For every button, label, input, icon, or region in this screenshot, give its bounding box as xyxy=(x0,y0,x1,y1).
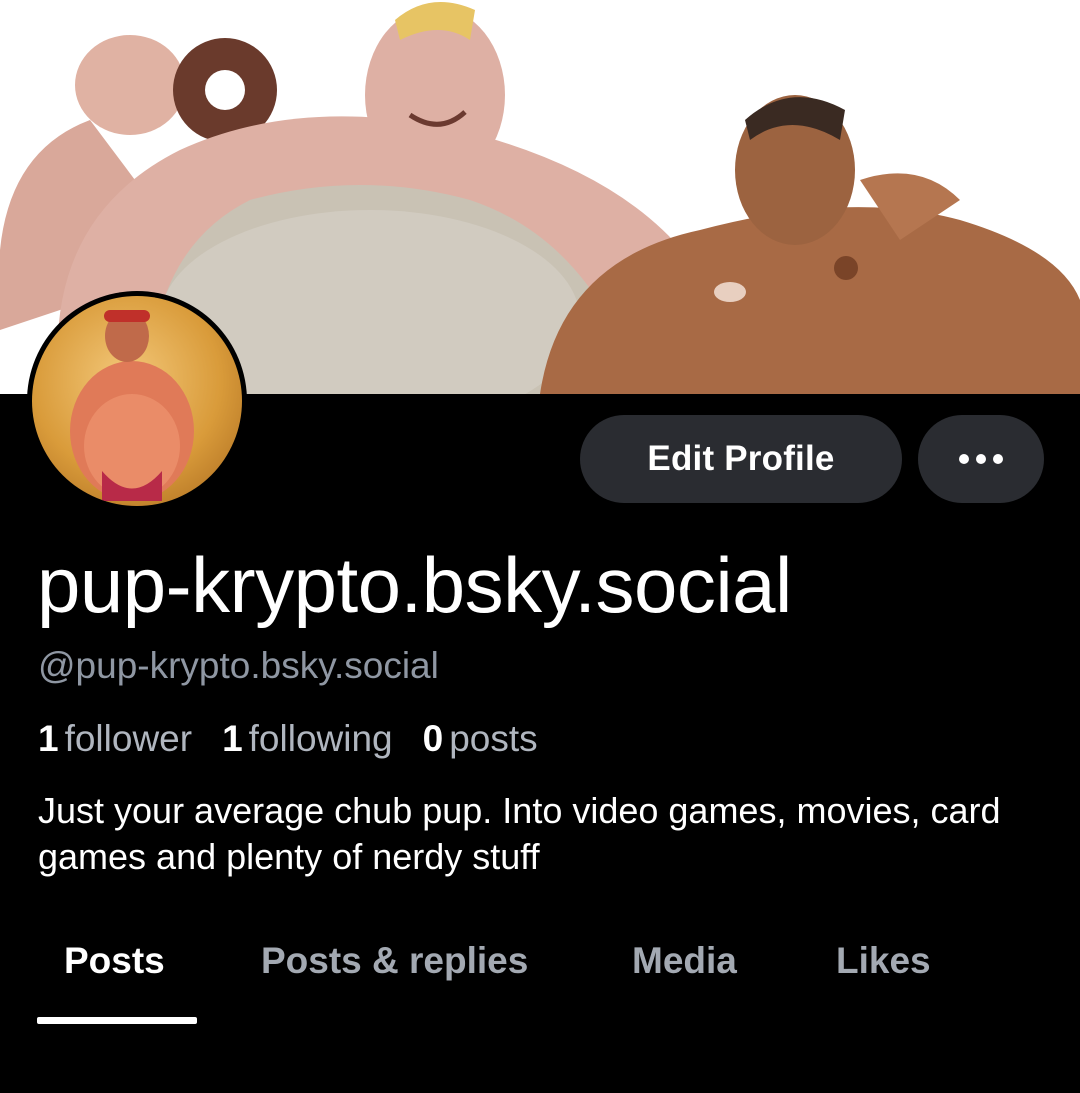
profile-stats: 1 follower 1 following 0 posts xyxy=(38,718,538,760)
following-stat[interactable]: 1 following xyxy=(222,718,393,760)
tab-media[interactable]: Media xyxy=(632,940,737,982)
tab-posts-and-replies[interactable]: Posts & replies xyxy=(261,940,528,982)
tab-posts[interactable]: Posts xyxy=(64,940,165,982)
ellipsis-icon xyxy=(959,454,969,464)
ellipsis-icon-dot xyxy=(976,454,986,464)
following-label: following xyxy=(248,718,393,759)
followers-count: 1 xyxy=(38,718,59,759)
active-tab-indicator xyxy=(37,1017,197,1024)
profile-bio: Just your average chub pup. Into video g… xyxy=(38,790,1001,877)
followers-label: follower xyxy=(64,718,193,759)
more-options-button[interactable] xyxy=(918,415,1044,503)
ellipsis-icon-dot xyxy=(993,454,1003,464)
profile-handle: @pup-krypto.bsky.social xyxy=(38,645,439,686)
posts-label: posts xyxy=(449,718,538,759)
edit-profile-label: Edit Profile xyxy=(647,439,835,478)
followers-stat[interactable]: 1 follower xyxy=(38,718,192,760)
edit-profile-button[interactable]: Edit Profile xyxy=(580,415,902,503)
profile-avatar[interactable] xyxy=(27,291,247,511)
posts-stat: 0 posts xyxy=(423,718,538,760)
profile-tabs: Posts Posts & replies Media Likes xyxy=(0,930,1080,1030)
tab-likes[interactable]: Likes xyxy=(836,940,931,982)
avatar-image xyxy=(32,296,242,506)
profile-screen: Edit Profile pup-krypto.bsky.social @pup… xyxy=(0,0,1080,1093)
avatar-illustration xyxy=(70,310,194,501)
posts-count: 0 xyxy=(422,718,444,759)
profile-display-name: pup-krypto.bsky.social xyxy=(37,541,792,629)
following-count: 1 xyxy=(222,718,243,759)
